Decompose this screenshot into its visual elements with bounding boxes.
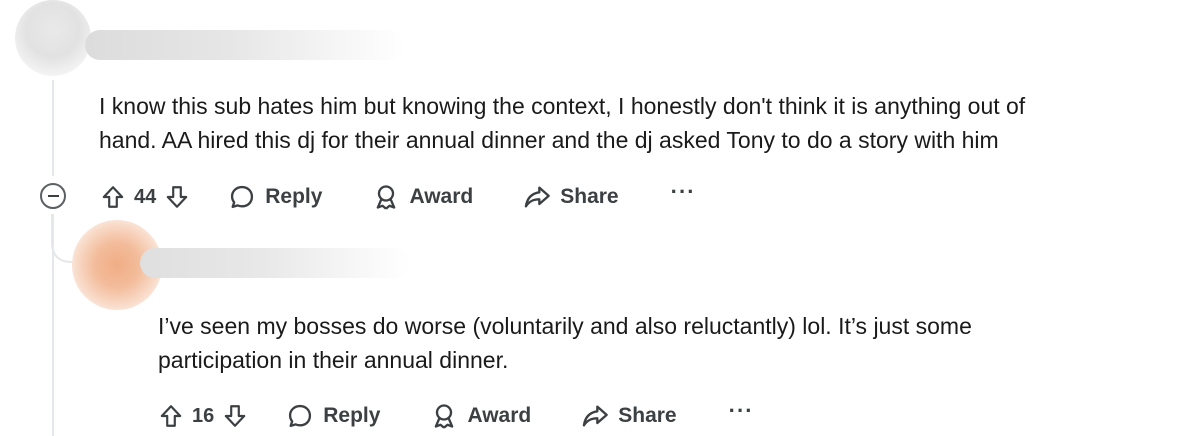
award-icon [377, 185, 396, 210]
award-icon [435, 404, 454, 429]
vote-count: 16 [192, 404, 215, 427]
comment-line: I’ve seen my bosses do worse (voluntaril… [158, 313, 972, 339]
downvote-button[interactable] [222, 403, 248, 429]
comment-line: I know this sub hates him but knowing th… [99, 93, 1026, 119]
award-label: Award [467, 404, 532, 427]
reply-button[interactable]: Reply [228, 183, 322, 211]
share-button[interactable]: Share [581, 402, 677, 430]
collapse-icon[interactable] [40, 183, 66, 209]
comment-line: participation in their annual dinner. [158, 347, 509, 373]
upvote-button[interactable] [158, 403, 184, 429]
downvote-icon [166, 186, 188, 208]
vote-count: 44 [134, 185, 157, 208]
username-redacted [140, 248, 410, 278]
share-label: Share [618, 404, 677, 427]
reply-label: Reply [323, 404, 381, 427]
comment-body: I know this sub hates him but knowing th… [99, 89, 1025, 157]
comment-actions: 16 Reply Award Share ··· [158, 396, 754, 436]
upvote-icon [102, 186, 124, 208]
reply-icon [289, 404, 312, 428]
reply-button[interactable]: Reply [286, 402, 380, 430]
share-label: Share [560, 185, 619, 208]
more-options-button[interactable]: ··· [729, 398, 754, 424]
thread-line-top [52, 80, 54, 176]
upvote-icon [160, 405, 182, 427]
avatar[interactable] [15, 0, 91, 76]
more-options-button[interactable]: ··· [671, 179, 696, 205]
reply-icon [231, 185, 254, 209]
comment-body: I’ve seen my bosses do worse (voluntaril… [158, 309, 972, 377]
upvote-button[interactable] [100, 184, 126, 210]
comment-line: hand. AA hired this dj for their annual … [99, 127, 999, 153]
downvote-button[interactable] [164, 184, 190, 210]
award-button[interactable]: Award [372, 183, 473, 211]
share-icon [525, 186, 551, 208]
award-label: Award [409, 185, 474, 208]
share-icon [583, 405, 609, 427]
username-redacted [85, 30, 405, 60]
reply-label: Reply [265, 185, 323, 208]
share-button[interactable]: Share [523, 183, 619, 211]
award-button[interactable]: Award [430, 402, 531, 430]
downvote-icon [224, 405, 246, 427]
comment-actions: 44 Reply Award Share ··· [100, 177, 696, 217]
